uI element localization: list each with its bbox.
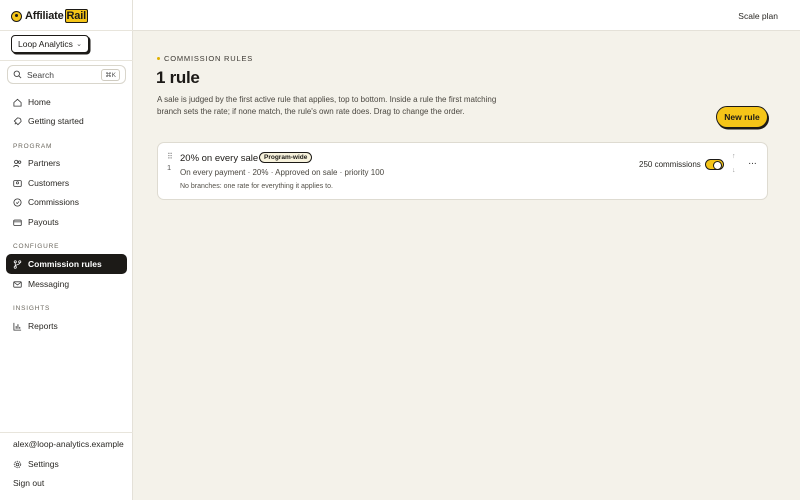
brand-name: Affiliate [25, 10, 64, 22]
nav-settings-label: Settings [28, 459, 59, 469]
section-label-program: PROGRAM [13, 143, 53, 150]
wallet-icon [13, 218, 22, 227]
page-eyebrow: COMMISSION RULES [157, 54, 253, 63]
workspace-name: Loop Analytics [18, 39, 73, 49]
rule-commission-count: 250 commissions [639, 160, 701, 169]
rule-meta: On every payment · 20% · Approved on sal… [180, 168, 385, 177]
nav-messaging[interactable]: Messaging [7, 275, 126, 293]
section-label-configure: CONFIGURE [13, 243, 60, 250]
plan-label[interactable]: Scale plan [738, 11, 778, 21]
nav-commissions[interactable]: Commissions [7, 193, 126, 211]
user-email: alex@loop-analytics.example [13, 439, 124, 449]
brand-name-accent: Rail [64, 9, 88, 23]
nav-payouts[interactable]: Payouts [7, 213, 126, 231]
header-divider [0, 30, 133, 31]
rule-active-toggle[interactable] [705, 159, 724, 170]
nav-customers-label: Customers [28, 178, 70, 188]
topbar: Scale plan [133, 0, 800, 31]
rule-scope-badge: Program-wide [259, 152, 313, 163]
more-options-icon[interactable]: ··· [748, 158, 757, 169]
rule-card: ⠿ 1 20% on every sale Program-wide On ev… [157, 142, 768, 200]
drag-handle-icon[interactable]: ⠿ [167, 153, 173, 161]
nav-reports-label: Reports [28, 321, 58, 331]
search-icon [13, 70, 22, 79]
nav-partners[interactable]: Partners [7, 154, 126, 172]
rocket-icon [13, 116, 22, 126]
nav-getting-started-label: Getting started [28, 116, 84, 126]
nav-commissions-label: Commissions [28, 197, 80, 207]
workspace-divider [0, 60, 133, 61]
brand-logo[interactable]: Affiliate Rail [11, 9, 88, 23]
search-box[interactable]: Search ⌘K [7, 65, 126, 84]
dot-icon [157, 57, 160, 60]
nav-getting-started[interactable]: Getting started [7, 112, 126, 130]
coin-icon [13, 197, 22, 207]
chevron-down-icon: ⌄ [76, 41, 82, 48]
nav-messaging-label: Messaging [28, 279, 70, 289]
branch-icon [13, 259, 22, 269]
nav-commission-rules-label: Commission rules [28, 259, 102, 269]
arrow-up-icon[interactable]: ↑ [732, 153, 736, 160]
gear-icon [13, 460, 22, 469]
sign-out-label: Sign out [13, 478, 45, 488]
nav-reports[interactable]: Reports [7, 317, 126, 335]
footer-divider [0, 432, 133, 433]
nav-home-label: Home [28, 97, 51, 107]
search-placeholder: Search [27, 69, 54, 80]
search-shortcut: ⌘K [101, 68, 120, 81]
mail-icon [13, 280, 22, 289]
sidebar: Affiliate Rail Loop Analytics ⌄ Search ⌘K… [0, 0, 133, 500]
nav-partners-label: Partners [28, 158, 61, 168]
page-description: A sale is judged by the first active rul… [157, 95, 497, 116]
nav-home[interactable]: Home [7, 93, 126, 111]
sign-out-link[interactable]: Sign out [7, 474, 126, 492]
rule-name[interactable]: 20% on every sale [180, 153, 258, 164]
nav-payouts-label: Payouts [28, 217, 59, 227]
rule-priority-index: 1 [167, 163, 172, 172]
arrow-down-icon[interactable]: ↓ [732, 167, 736, 174]
section-label-insights: INSIGHTS [13, 305, 51, 312]
page-title: 1 rule [156, 68, 200, 87]
users-icon [13, 159, 22, 168]
nav-commission-rules[interactable]: Commission rules [7, 255, 126, 273]
rule-note: No branches: one rate for everything it … [180, 183, 333, 190]
page-eyebrow-text: COMMISSION RULES [164, 54, 254, 63]
id-card-icon [13, 179, 22, 188]
workspace-switcher[interactable]: Loop Analytics ⌄ [11, 35, 89, 53]
bar-chart-icon [13, 322, 22, 331]
new-rule-button[interactable]: New rule [716, 106, 768, 128]
nav-settings[interactable]: Settings [7, 455, 126, 473]
nav-customers[interactable]: Customers [7, 174, 126, 192]
logo-icon [11, 10, 22, 22]
home-icon [13, 98, 22, 107]
